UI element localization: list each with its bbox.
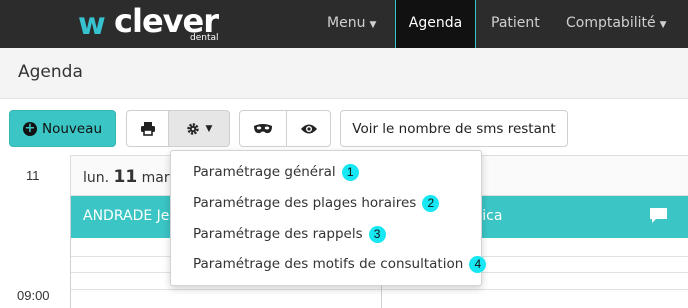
menu-item-label: Paramétrage des motifs de consultation [193,256,464,272]
caret-down-icon: ▼ [205,123,213,134]
step-badge: 2 [422,195,440,212]
mask-icon [254,123,272,133]
menu-item-label: Paramétrage des rappels [193,226,363,242]
nav-patient[interactable]: Patient [491,0,540,48]
grid-line [70,289,688,290]
caret-down-icon: ▼ [659,20,667,30]
settings-dropdown-button[interactable]: ▼ [168,110,230,147]
settings-dropdown-menu: Paramétrage général 1 Paramétrage des pla… [170,150,487,286]
anonymize-button[interactable] [239,110,287,147]
plus-circle-icon: + [22,120,37,136]
menu-item-label: Paramétrage des plages horaires [193,195,417,211]
logo-mark: w [78,7,106,42]
top-navbar: w clever dental Menu ▼ Agenda Patient Com… [0,0,688,48]
page-header: Agenda [0,48,688,99]
print-icon [140,122,155,136]
gear-icon [186,122,199,135]
logo-subtitle: dental [190,33,219,43]
menu-item-general-settings[interactable]: Paramétrage général 1 [193,164,359,181]
nav-comptabilite-label: Comptabilité [566,15,656,31]
nav-comptabilite[interactable]: Comptabilité ▼ [566,0,667,48]
day-number: 11 [113,167,138,187]
time-label: 09:00 [17,288,50,303]
step-badge: 1 [341,164,359,181]
view-button[interactable] [286,110,331,147]
new-button-label: Nouveau [41,120,103,137]
practitioner-name-left: ANDRADE Jes [83,208,177,224]
nav-patient-label: Patient [491,15,540,31]
grid-vline [70,196,71,308]
page-title: Agenda [18,62,83,82]
nav-agenda-label: Agenda [408,15,463,31]
new-button[interactable]: + Nouveau [9,110,116,147]
step-badge: 3 [368,226,386,243]
nav-menu[interactable]: Menu ▼ [327,0,376,48]
chat-icon[interactable] [649,207,668,224]
step-badge: 4 [469,256,487,273]
print-button[interactable] [126,110,169,147]
sms-remaining-button[interactable]: Voir le nombre de sms restant [340,110,568,147]
menu-item-consultation-reasons[interactable]: Paramétrage des motifs de consultation 4 [193,256,487,273]
nav-menu-label: Menu [327,15,366,31]
day-prefix: lun. [83,170,110,186]
menu-item-time-slots[interactable]: Paramétrage des plages horaires 2 [193,195,440,212]
week-number: 11 [26,168,40,183]
menu-item-label: Paramétrage général [193,164,336,180]
caret-down-icon: ▼ [369,20,377,30]
sms-remaining-label: Voir le nombre de sms restant [352,120,556,137]
day-label[interactable]: lun. 11 mars [83,167,177,187]
nav-agenda[interactable]: Agenda [395,0,476,48]
eye-icon [300,124,317,133]
menu-item-reminders[interactable]: Paramétrage des rappels 3 [193,226,386,243]
